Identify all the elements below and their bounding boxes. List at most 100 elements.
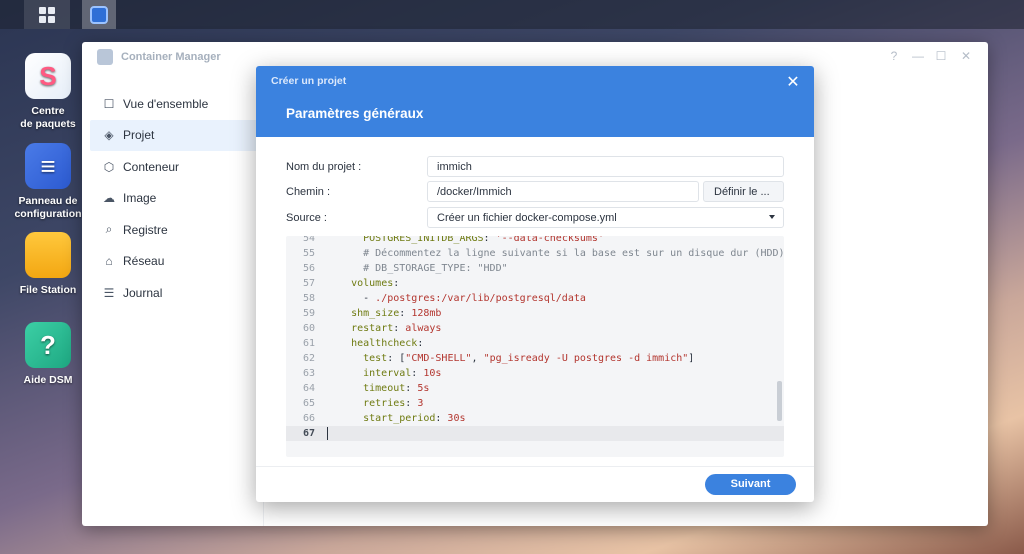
chevron-down-icon: [769, 215, 775, 219]
yaml-key: start_period: [363, 413, 436, 424]
project-name-input[interactable]: immich: [427, 156, 784, 177]
code-line: 65 retries: 3: [286, 396, 784, 411]
yaml-key: restart: [351, 323, 394, 334]
code-line: 54 POSTGRES_INITDB_ARGS: '--data-checksu…: [286, 236, 784, 246]
desktop-icon-file-station[interactable]: File Station: [8, 232, 88, 297]
yaml-key: test: [363, 353, 388, 364]
yaml-comment: # DB_STORAGE_TYPE: "HDD": [363, 263, 508, 274]
yaml-value: 3: [417, 398, 424, 409]
yaml-value: 10s: [423, 368, 442, 379]
sidebar-item-label: Réseau: [123, 254, 165, 269]
editor-scrollbar[interactable]: [777, 381, 782, 421]
network-icon: ⌂: [105, 254, 113, 269]
code-line: 63 interval: 10s: [286, 366, 784, 381]
sidebar-item-registry[interactable]: ⌕ Registre: [90, 214, 260, 245]
path-input[interactable]: /docker/Immich: [427, 181, 699, 202]
sidebar: ☐ Vue d'ensemble ◈ Projet ⬡ Conteneur ☁ …: [90, 88, 260, 309]
code-text: # DB_STORAGE_TYPE: "HDD": [327, 261, 508, 276]
code-text: interval: 10s: [327, 366, 441, 381]
yaml-comment: # Décommentez la ligne suivante si la ba…: [363, 248, 784, 259]
source-select[interactable]: Créer un fichier docker-compose.yml: [427, 207, 784, 228]
code-text: healthcheck:: [327, 336, 423, 351]
yaml-key: interval: [363, 368, 412, 379]
help-icon: ?: [25, 322, 71, 368]
compose-code-editor[interactable]: 67 66 start_period: 30s 65 retries: 3 64 ti…: [286, 236, 784, 457]
taskbar-container-manager-button[interactable]: [82, 0, 116, 29]
line-number: 54: [302, 236, 315, 244]
code-text: retries: 3: [327, 396, 423, 411]
sidebar-item-image[interactable]: ☁ Image: [90, 183, 260, 214]
sidebar-item-log[interactable]: ☰ Journal: [90, 278, 260, 309]
line-number: 59: [302, 308, 315, 319]
yaml-list-dash: -: [363, 293, 376, 304]
yaml-separator: :: [417, 338, 424, 349]
yaml-value: '--data-checksums': [495, 236, 604, 244]
text-cursor: [327, 427, 328, 440]
yaml-separator: :: [399, 308, 412, 319]
yaml-separator: :: [405, 383, 418, 394]
overview-icon: ☐: [103, 96, 115, 111]
line-number: 63: [302, 368, 315, 379]
desktop-icon-label: Aide DSM: [23, 374, 73, 386]
main-menu-button[interactable]: [24, 0, 70, 29]
code-line: 64 timeout: 5s: [286, 381, 784, 396]
code-line: 67: [286, 426, 784, 441]
yaml-separator: :: [411, 368, 424, 379]
project-icon: ◈: [104, 128, 114, 143]
code-line: 60 restart: always: [286, 321, 784, 336]
yaml-value: ./postgres:/var/lib/postgresql/data: [375, 293, 586, 304]
container-icon: ⬡: [103, 159, 115, 174]
desktop-icon-control-panel[interactable]: ≡ Panneau de configuration: [8, 143, 88, 221]
yaml-key: POSTGRES_INITDB_ARGS: [363, 236, 484, 244]
code-text: test: ["CMD-SHELL", "pg_isready -U postg…: [327, 351, 694, 366]
log-icon: ☰: [103, 286, 115, 301]
folder-icon: [25, 232, 71, 278]
line-number: 58: [302, 293, 315, 304]
desktop-icon-help[interactable]: ? Aide DSM: [8, 322, 88, 387]
sidebar-item-overview[interactable]: ☐ Vue d'ensemble: [90, 88, 260, 119]
sidebar-item-container[interactable]: ⬡ Conteneur: [90, 151, 260, 182]
code-line: 56 # DB_STORAGE_TYPE: "HDD": [286, 261, 784, 276]
code-line: 59 shm_size: 128mb: [286, 306, 784, 321]
yaml-separator: :: [387, 353, 400, 364]
desktop-icon-package-center[interactable]: S Centre de paquets: [8, 53, 88, 131]
line-number: 60: [302, 323, 315, 334]
desktop-icon-label: de paquets: [20, 118, 76, 130]
close-icon[interactable]: ✕: [785, 72, 801, 92]
code-line: 62 test: ["CMD-SHELL", "pg_isready -U po…: [286, 351, 784, 366]
sidebar-item-network[interactable]: ⌂ Réseau: [90, 246, 260, 277]
registry-icon: ⌕: [105, 222, 113, 237]
desktop-icon-label: File Station: [19, 284, 77, 296]
sidebar-item-label: Vue d'ensemble: [123, 96, 209, 111]
window-title: Container Manager: [121, 51, 221, 63]
taskbar: [0, 0, 1024, 29]
help-icon[interactable]: ?: [887, 49, 901, 63]
yaml-separator: :: [483, 236, 496, 244]
yaml-value: "pg_isready -U postgres -d immich": [483, 353, 689, 364]
line-number: 66: [302, 413, 315, 424]
yaml-value: always: [405, 323, 442, 334]
code-text: shm_size: 128mb: [327, 306, 441, 321]
sidebar-item-project[interactable]: ◈ Projet: [90, 119, 260, 151]
sidebar-item-label: Registre: [123, 222, 168, 237]
maximize-icon[interactable]: ☐: [934, 49, 948, 63]
path-label: Chemin :: [286, 186, 331, 198]
minimize-icon[interactable]: —: [911, 49, 925, 63]
close-icon[interactable]: ✕: [959, 49, 973, 63]
source-select-value: Créer un fichier docker-compose.yml: [437, 212, 617, 224]
set-path-button[interactable]: Définir le ...: [703, 181, 784, 202]
dialog-header: Créer un projet ✕ Paramètres généraux: [256, 66, 814, 137]
code-text: start_period: 30s: [327, 411, 465, 426]
yaml-value: 30s: [447, 413, 466, 424]
container-manager-icon: [90, 5, 108, 24]
line-number: 65: [302, 398, 315, 409]
line-number: 56: [302, 263, 315, 274]
next-button[interactable]: Suivant: [705, 474, 796, 495]
